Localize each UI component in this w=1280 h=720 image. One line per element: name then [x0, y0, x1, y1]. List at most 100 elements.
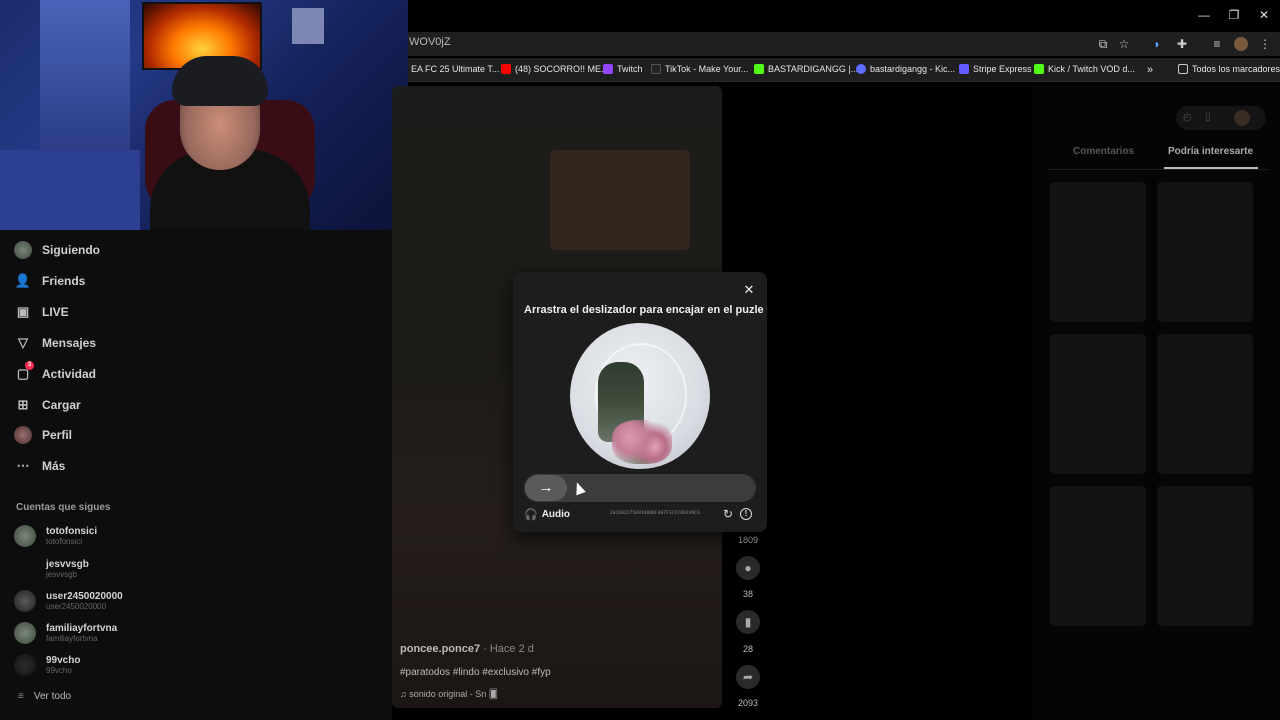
sidebar-item-live[interactable]: ▣ LIVE	[14, 303, 69, 321]
comment-button[interactable]: ●	[736, 556, 760, 580]
media-control-icon[interactable]: ≡	[1209, 36, 1225, 52]
account-avatar	[14, 654, 36, 676]
user-avatar[interactable]	[1234, 110, 1250, 126]
suggested-video-thumbnail[interactable]	[1157, 486, 1253, 626]
bookmark-item[interactable]: BASTARDIGANGG |...	[754, 64, 858, 74]
webcam-bed	[0, 150, 140, 230]
account-avatar	[14, 622, 36, 644]
following-account-item[interactable]: totofonsici totofonsici	[14, 525, 97, 547]
kick-icon	[754, 64, 764, 74]
suggested-video-thumbnail[interactable]	[1157, 334, 1253, 474]
sidebar-item-label: Actividad	[42, 367, 97, 381]
webcam-person-hair	[172, 56, 268, 106]
twitch-icon	[603, 64, 613, 74]
save-button[interactable]: ▮	[736, 610, 760, 634]
video-author[interactable]: poncee.ponce7 · Hace 2 d	[400, 643, 534, 655]
like-count: 1809	[737, 535, 759, 545]
bookmark-item[interactable]: Twitch	[603, 64, 643, 74]
address-bar[interactable]	[400, 32, 1280, 56]
following-account-item[interactable]: jesvvsgb jesvvsgb	[14, 558, 89, 580]
stripe-icon	[959, 64, 969, 74]
sidebar-item-label: Siguiendo	[42, 243, 100, 257]
save-count: 28	[742, 644, 753, 654]
folder-icon	[1178, 64, 1188, 74]
tiktok-icon	[651, 64, 661, 74]
sidebar-item-label: Perfil	[42, 428, 73, 442]
sidebar-item-more[interactable]: ⋯ Más	[14, 457, 66, 475]
active-tab-indicator	[1164, 167, 1258, 169]
extensions-puzzle-icon[interactable]: ✚	[1174, 36, 1190, 52]
live-icon: ▣	[16, 304, 30, 319]
restore-button[interactable]: ❐	[1224, 6, 1244, 24]
upload-icon: ⊞	[17, 397, 29, 412]
suggested-video-thumbnail[interactable]	[1157, 182, 1253, 322]
suggested-video-thumbnail[interactable]	[1050, 486, 1146, 626]
tab-might-like[interactable]: Podría interesarte	[1168, 146, 1253, 157]
see-all-link[interactable]: ≡ Ver todo	[18, 691, 71, 702]
close-window-button[interactable]: ✕	[1254, 6, 1274, 24]
bookmark-star-icon[interactable]: ☆	[1116, 36, 1132, 52]
puzzle-flowers	[612, 420, 672, 464]
following-account-item[interactable]: 99vcho 99vcho	[14, 654, 80, 676]
bookmark-item[interactable]: (48) SOCORRO!! ME...	[501, 64, 609, 74]
following-avatar-icon	[14, 241, 32, 259]
bookmark-item[interactable]: Stripe Express	[959, 64, 1032, 74]
bookmark-item[interactable]: EA FC 25 Ultimate T...	[411, 64, 499, 74]
sidebar-item-label: Friends	[42, 274, 86, 288]
webcam-door	[40, 0, 130, 150]
activity-badge: 3	[25, 361, 34, 370]
url-text[interactable]: WOV0jZ	[409, 36, 451, 48]
tab-divider	[1048, 169, 1268, 170]
tab-comments[interactable]: Comentarios	[1073, 146, 1134, 157]
comment-count: 38	[742, 589, 753, 599]
minimize-button[interactable]: —	[1194, 6, 1214, 24]
captcha-id: 202602275093408BF407F3CFC00249C6	[610, 511, 700, 516]
share-button[interactable]: ➦	[736, 665, 760, 689]
all-bookmarks-folder[interactable]: Todos los marcadores	[1178, 64, 1280, 74]
bookmark-item[interactable]: bastardigangg - Kic...	[856, 64, 955, 74]
browser-menu-icon[interactable]: ⋮	[1257, 36, 1273, 52]
site-icon	[856, 64, 866, 74]
account-avatar	[14, 558, 36, 580]
share-count: 2093	[737, 698, 759, 708]
sidebar-item-profile[interactable]: Perfil	[14, 426, 72, 444]
extension-audio-icon[interactable]: ◗	[1149, 36, 1165, 52]
kick-icon	[1034, 64, 1044, 74]
activity-icon: ▢ 3	[14, 361, 34, 383]
sidebar-item-label: LIVE	[42, 305, 69, 319]
sidebar-item-messages[interactable]: ▽ Mensajes	[14, 334, 96, 352]
profile-avatar-icon[interactable]	[1234, 37, 1248, 51]
friends-icon: 👤	[14, 273, 32, 288]
bookmark-item[interactable]: TikTok - Make Your...	[651, 64, 748, 74]
sidebar-item-label: Mensajes	[42, 336, 97, 350]
messages-icon: ▽	[18, 335, 28, 350]
bookmark-item[interactable]: Kick / Twitch VOD d...	[1034, 64, 1135, 74]
phone-icon[interactable]: ▯	[1205, 112, 1211, 123]
sidebar-item-activity[interactable]: ▢ 3 Actividad	[14, 361, 97, 383]
install-app-icon[interactable]: ⧉	[1095, 36, 1111, 52]
account-avatar	[14, 525, 36, 547]
sidebar-item-upload[interactable]: ⊞ Cargar	[14, 396, 81, 414]
close-icon[interactable]: ✕	[742, 283, 756, 297]
youtube-icon	[501, 64, 511, 74]
following-account-item[interactable]: user2450020000 user2450020000	[14, 590, 123, 612]
video-hashtags[interactable]: #paratodos #lindo #exclusivo #fyp	[400, 667, 551, 678]
sidebar-item-following[interactable]: Siguiendo	[14, 241, 100, 259]
sidebar-item-label: Más	[42, 459, 66, 473]
webcam-overlay	[0, 0, 408, 230]
timer-icon[interactable]: ◴	[1183, 112, 1192, 123]
info-icon[interactable]: !	[740, 508, 752, 520]
video-sound[interactable]: ♫ sonido original - Sn 🂠	[400, 689, 498, 700]
headphones-icon: 🎧	[524, 509, 538, 521]
puzzle-slider-handle[interactable]: →	[525, 475, 567, 501]
sidebar-item-friends[interactable]: 👤 Friends	[14, 272, 85, 290]
sidebar-item-label: Cargar	[42, 398, 81, 412]
profile-avatar-icon	[14, 426, 32, 444]
bookmarks-overflow-button[interactable]: »	[1147, 64, 1153, 76]
refresh-icon[interactable]: ↻	[721, 507, 735, 521]
account-avatar	[14, 590, 36, 612]
suggested-video-thumbnail[interactable]	[1050, 334, 1146, 474]
suggested-video-thumbnail[interactable]	[1050, 182, 1146, 322]
audio-captcha-button[interactable]: 🎧 Audio	[524, 508, 570, 521]
following-account-item[interactable]: familiayfortvna familiayfortvna	[14, 622, 117, 644]
